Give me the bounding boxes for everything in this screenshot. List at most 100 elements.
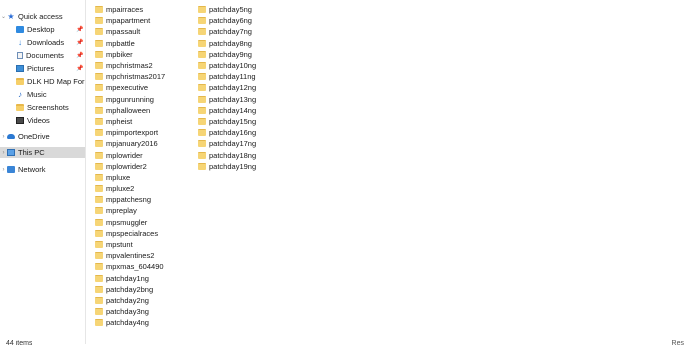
nav-documents[interactable]: Documents 📌 xyxy=(0,50,85,61)
chevron-down-icon[interactable]: ⌄ xyxy=(0,13,7,20)
folder-name: mpassault xyxy=(106,27,141,37)
folder-name: patchday17ng xyxy=(209,139,257,149)
folder-item[interactable]: patchday11ng xyxy=(198,71,256,82)
folder-icon xyxy=(95,252,103,260)
folder-item[interactable]: patchday2bng xyxy=(95,284,165,295)
folder-icon xyxy=(198,162,206,170)
pin-icon: 📌 xyxy=(76,27,84,33)
folder-item[interactable]: mpbattle xyxy=(95,38,165,49)
folder-name: mpchristmas2017 xyxy=(106,72,166,82)
folder-item[interactable]: patchday9ng xyxy=(198,49,256,60)
folder-icon xyxy=(95,196,103,204)
folder-item[interactable]: mphalloween xyxy=(95,105,165,116)
folder-icon xyxy=(95,140,103,148)
folder-name: patchday2ng xyxy=(106,295,149,305)
nav-this-pc[interactable]: › This PC xyxy=(0,147,85,158)
folder-item[interactable]: mpexecutive xyxy=(95,82,165,93)
nav-music[interactable]: ♪ Music xyxy=(0,89,85,100)
folder-name: patchday11ng xyxy=(209,72,256,82)
folder-name: mpsmuggler xyxy=(106,217,148,227)
chevron-right-icon[interactable]: › xyxy=(0,167,7,173)
folder-item[interactable]: patchday10ng xyxy=(198,60,256,71)
folder-item[interactable]: patchday7ng xyxy=(198,26,256,37)
nav-downloads[interactable]: ↓ Downloads 📌 xyxy=(0,37,85,48)
folder-item[interactable]: mpluxe2 xyxy=(95,183,165,194)
folder-item[interactable]: patchday8ng xyxy=(198,38,256,49)
folder-name: mpspecialraces xyxy=(106,228,159,238)
folder-item[interactable]: patchday13ng xyxy=(198,94,256,105)
folder-item[interactable]: mpbiker xyxy=(95,49,165,60)
folder-item[interactable]: patchday17ng xyxy=(198,138,256,149)
folder-name: mpbiker xyxy=(106,49,133,59)
folder-item[interactable]: patchday4ng xyxy=(95,317,165,328)
chevron-right-icon[interactable]: › xyxy=(0,134,7,140)
folder-name: mpchristmas2 xyxy=(106,61,153,71)
folder-item[interactable]: patchday19ng xyxy=(198,161,256,172)
folder-item[interactable]: patchday16ng xyxy=(198,127,256,138)
folder-icon xyxy=(95,218,103,226)
folder-item[interactable]: mpxmas_604490 xyxy=(95,261,165,272)
nav-network[interactable]: › Network xyxy=(0,164,85,175)
folder-item[interactable]: patchday3ng xyxy=(95,306,165,317)
folder-item[interactable]: patchday2ng xyxy=(95,295,165,306)
folder-icon xyxy=(198,6,206,14)
folder-item[interactable]: mpassault xyxy=(95,26,165,37)
nav-downloads-label: Downloads xyxy=(27,38,65,47)
nav-desktop[interactable]: Desktop 📌 xyxy=(0,24,85,35)
folder-item[interactable]: mpspecialraces xyxy=(95,228,165,239)
nav-documents-label: Documents xyxy=(26,51,64,60)
folder-item[interactable]: mpchristmas2017 xyxy=(95,71,165,82)
folder-item[interactable]: mpluxe xyxy=(95,172,165,183)
folder-item[interactable]: mpapartment xyxy=(95,15,165,26)
folder-item[interactable]: mpgunrunning xyxy=(95,94,165,105)
folder-item[interactable]: patchday1ng xyxy=(95,273,165,284)
folder-icon xyxy=(95,162,103,170)
folder-item[interactable]: mpchristmas2 xyxy=(95,60,165,71)
folder-item[interactable]: mplowrider2 xyxy=(95,161,165,172)
pin-icon: 📌 xyxy=(76,53,84,59)
folder-item[interactable]: mpstunt xyxy=(95,239,165,250)
folder-item[interactable]: patchday12ng xyxy=(198,82,256,93)
folder-icon xyxy=(95,17,103,25)
folder-name: patchday7ng xyxy=(209,27,252,37)
folder-name: mpstunt xyxy=(106,240,133,250)
nav-this-pc-label: This PC xyxy=(18,148,45,157)
nav-dlk-label: DLK HD Map For xyxy=(27,77,85,86)
chevron-right-icon[interactable]: › xyxy=(0,150,7,156)
folder-item[interactable]: patchday6ng xyxy=(198,15,256,26)
folder-name: mpgunrunning xyxy=(106,94,154,104)
folder-item[interactable]: mpimportexport xyxy=(95,127,165,138)
file-column-1: mpairraces mpapartment mpassault mpbattle mp… xyxy=(95,4,165,328)
folder-item[interactable]: mppatchesng xyxy=(95,194,165,205)
folder-name: mpjanuary2016 xyxy=(106,139,158,149)
folder-item[interactable]: mpsmuggler xyxy=(95,217,165,228)
nav-videos[interactable]: Videos xyxy=(0,115,85,126)
folder-item[interactable]: patchday14ng xyxy=(198,105,256,116)
pin-icon: 📌 xyxy=(76,40,84,46)
folder-item[interactable]: patchday15ng xyxy=(198,116,256,127)
folder-name: mpexecutive xyxy=(106,83,149,93)
folder-icon xyxy=(95,73,103,81)
folder-item[interactable]: mpvalentines2 xyxy=(95,250,165,261)
folder-name: mpapartment xyxy=(106,16,151,26)
nav-screenshots[interactable]: Screenshots xyxy=(0,102,85,113)
folder-item[interactable]: patchday18ng xyxy=(198,149,256,160)
nav-desktop-label: Desktop xyxy=(27,25,55,34)
folder-item[interactable]: mpreplay xyxy=(95,205,165,216)
folder-item[interactable]: mpairraces xyxy=(95,4,165,15)
folder-name: mpxmas_604490 xyxy=(106,262,164,272)
nav-dlk-hd-map[interactable]: DLK HD Map For xyxy=(0,76,85,87)
folder-item[interactable]: mpjanuary2016 xyxy=(95,138,165,149)
folder-item[interactable]: mpheist xyxy=(95,116,165,127)
folder-icon xyxy=(95,207,103,215)
nav-pictures[interactable]: Pictures 📌 xyxy=(0,63,85,74)
nav-onedrive-label: OneDrive xyxy=(18,132,50,141)
folder-icon xyxy=(95,117,103,125)
star-icon: ★ xyxy=(7,12,15,21)
folder-icon xyxy=(95,173,103,181)
nav-onedrive[interactable]: › OneDrive xyxy=(0,131,85,142)
folder-item[interactable]: patchday5ng xyxy=(198,4,256,15)
folder-item[interactable]: mplowrider xyxy=(95,149,165,160)
nav-quick-access[interactable]: ⌄ ★ Quick access xyxy=(0,11,85,22)
folder-name: mpvalentines2 xyxy=(106,251,155,261)
